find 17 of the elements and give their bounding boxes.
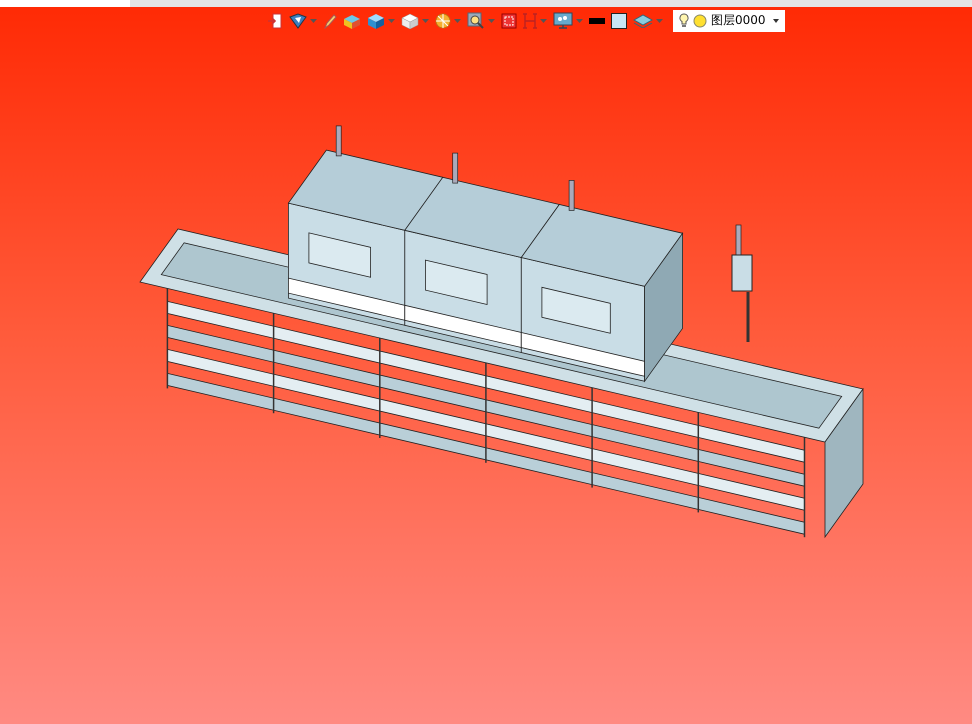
layer-name: 图层0000 (711, 12, 767, 29)
cube-icon[interactable] (401, 12, 419, 28)
lightbulb-on-icon[interactable] (679, 13, 689, 28)
cube-icon[interactable] (367, 12, 385, 28)
monitor-icon[interactable] (553, 12, 573, 29)
pencil-icon[interactable] (323, 12, 337, 28)
fill-color-icon[interactable] (611, 12, 627, 28)
exit-icon[interactable] (267, 12, 283, 28)
pie-icon[interactable] (435, 12, 451, 28)
line-weight-icon[interactable] (589, 18, 605, 24)
circle-icon (693, 14, 707, 28)
selection-frame-icon[interactable] (501, 12, 517, 28)
zoom-icon[interactable] (467, 12, 485, 30)
dropdown-caret-icon[interactable] (773, 18, 779, 22)
layers-icon[interactable] (633, 14, 653, 28)
layer-dropdown[interactable]: 图层0000 (673, 10, 785, 32)
colored-box-icon[interactable] (343, 12, 361, 28)
